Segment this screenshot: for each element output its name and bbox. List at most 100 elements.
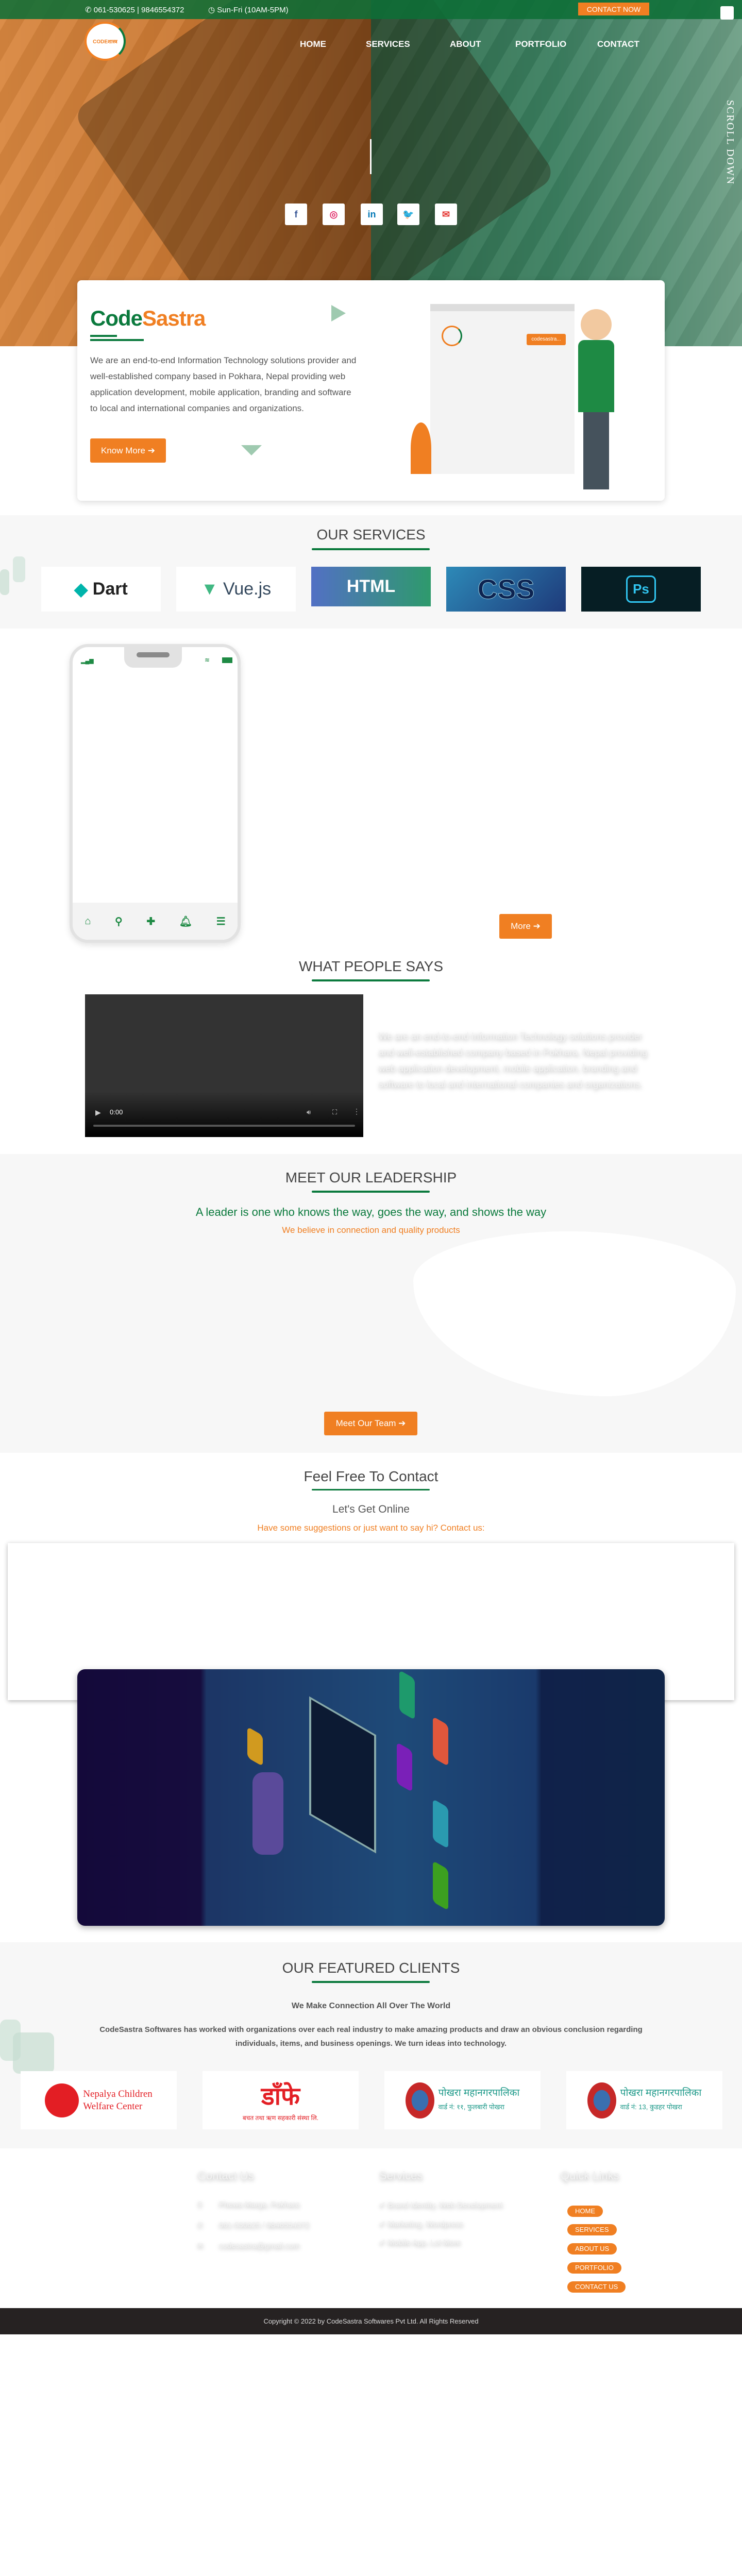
nav-about[interactable]: ABOUT (450, 39, 481, 49)
tech-label: CSS (477, 573, 535, 605)
title-code: Code (90, 306, 143, 330)
wifi-icon: ≋ (205, 656, 210, 664)
blob-decor (413, 1231, 736, 1396)
scroll-down-label[interactable]: SCROLL DOWN (710, 100, 736, 200)
triangle-decor (331, 305, 346, 321)
footer-link-services[interactable]: SERVICES (567, 2224, 617, 2235)
contact-title: Feel Free To Contact (303, 1468, 439, 1484)
title-bar (90, 335, 117, 337)
testimonial-quote: We are an end-to-end Information Technol… (379, 1031, 648, 1089)
hours-info: ◷ Sun-Fri (10AM-5PM) (208, 6, 289, 14)
leadership-quote: A leader is one who knows the way, goes … (195, 1206, 547, 1218)
video-player[interactable]: ▶ 0:00 🔊︎ ⛶ ⋮ (85, 994, 363, 1137)
title-underline (312, 1981, 430, 1983)
logo-text: CODEशास्त्र (93, 39, 117, 45)
contact-subtitle: Let's Get Online (332, 1503, 410, 1515)
footer-service-item: ✔ Brand Identity, Web Development (379, 2200, 503, 2209)
tech-logo-css: CSS (446, 567, 566, 612)
client-name: पोखरा महानगरपालिका (620, 2088, 702, 2098)
title-sastra: Sastra (142, 306, 206, 330)
contact-note: Have some suggestions or just want to sa… (257, 1523, 485, 1533)
phone-text: 061-530625 | 9846554372 (93, 6, 184, 14)
client-logo: डाँफे बचत तथा ऋण सहकारी संस्था लि. (203, 2071, 359, 2129)
title-underline (312, 548, 430, 550)
service-text: Brand Identity, Web Development (387, 2200, 503, 2209)
client-logo: पोखरा महानगरपालिका वार्ड नं: ११, फुलबारी … (384, 2071, 541, 2129)
footer-address: Phewa Marga, Pokhara (219, 2200, 300, 2209)
client-name: Nepalya Children (83, 2088, 153, 2099)
fullscreen-icon[interactable]: ⛶ (332, 1108, 337, 1116)
facebook-icon[interactable]: f (285, 204, 307, 225)
tech-label: HTML (346, 577, 396, 596)
client-sub: वार्ड नं: ११, फुलबारी पोखरा (438, 2103, 505, 2111)
tech-logo-html: HTML (311, 567, 431, 606)
clients-subtitle: We Make Connection All Over The World (291, 2002, 451, 2010)
nav-contact[interactable]: CONTACT (597, 39, 639, 49)
service-text: Marketing, Wordpress (387, 2219, 464, 2228)
linkedin-icon[interactable]: in (361, 204, 383, 225)
nav-home[interactable]: HOME (300, 39, 326, 49)
scroll-top-button[interactable] (720, 6, 734, 20)
meet-team-label: Meet Our Team (335, 1418, 396, 1428)
service-text: Mobile App, Lot More (387, 2238, 461, 2247)
volume-icon[interactable]: 🔊︎ (307, 1108, 311, 1116)
footer-link-home[interactable]: HOME (567, 2206, 603, 2217)
client-sub: Welfare Center (83, 2100, 143, 2112)
bell-icon[interactable]: 🔔︎ (179, 915, 192, 928)
tech-label: Dart (92, 579, 128, 599)
client-sub: वार्ड नं: 13, कुडहर पोखरा (620, 2103, 682, 2111)
logo[interactable]: CODEशास्त्र (85, 22, 126, 61)
contact-now-button[interactable]: CONTACT NOW (578, 3, 649, 15)
footer-service-item: ✔ Mobile App, Lot More (379, 2238, 461, 2247)
video-progress-bar[interactable] (93, 1125, 355, 1127)
nav-services[interactable]: SERVICES (366, 39, 410, 49)
triangle-decor (241, 445, 262, 455)
battery-icon (222, 657, 232, 663)
footer-phone[interactable]: 061-530625 / 9846554372 (219, 2221, 310, 2229)
tech-label: Vue.js (223, 579, 272, 599)
client-logo: पोखरा महानगरपालिका वार्ड नं: 13, कुडहर पो… (566, 2071, 722, 2129)
testimonials-title: WHAT PEOPLE SAYS (298, 958, 444, 974)
footer-service-item: ✔ Marketing, Wordpress (379, 2219, 464, 2228)
footer-contact-title: Contact Us (198, 2169, 254, 2182)
tech-logo-photoshop: Ps (581, 567, 701, 612)
about-card: CodeSastra We are an end-to-end Informat… (77, 280, 665, 501)
plus-icon[interactable]: ✚ (146, 915, 155, 928)
client-logo: Nepalya Children Welfare Center (21, 2071, 177, 2129)
developer-illustration (77, 1669, 665, 1926)
title-underline (312, 1489, 430, 1490)
top-bar: ✆ 061-530625 | 9846554372 ◷ Sun-Fri (10A… (0, 0, 742, 20)
phone-icon: ✆ (197, 2221, 204, 2229)
about-text: We are an end-to-end Information Technol… (90, 355, 357, 413)
footer-link-contact[interactable]: CONTACT US (567, 2281, 626, 2293)
hours-text: Sun-Fri (10AM-5PM) (217, 6, 289, 14)
hero-divider (370, 139, 372, 174)
tech-label: Ps (626, 575, 656, 603)
play-icon[interactable]: ▶ (95, 1108, 101, 1117)
footer-link-portfolio[interactable]: PORTFOLIO (567, 2262, 621, 2274)
search-icon[interactable]: ⚲ (115, 915, 123, 928)
know-more-label: Know More (101, 445, 145, 455)
home-icon[interactable]: ⌂ (85, 916, 91, 927)
twitter-icon[interactable]: 🐦 (397, 204, 419, 225)
tech-logo-dart: ◆ Dart (41, 567, 161, 612)
title-bar (90, 339, 144, 341)
video-time: 0:00 (110, 1108, 123, 1116)
illustration-tag: codesastra... (527, 334, 566, 345)
more-options-icon[interactable]: ⋮ (353, 1107, 360, 1116)
instagram-icon[interactable]: ◎ (323, 204, 345, 225)
more-button[interactable]: More ➔ (499, 914, 552, 939)
services-title: OUR SERVICES (316, 527, 426, 543)
leadership-title: MEET OUR LEADERSHIP (285, 1170, 457, 1185)
client-sub: बचत तथा ऋण सहकारी संस्था लि. (242, 2114, 319, 2122)
footer-email[interactable]: codesastra@gmail.com (219, 2241, 300, 2250)
menu-icon[interactable]: ☰ (216, 915, 226, 928)
footer-links-title: Quick Links (561, 2169, 619, 2182)
mail-icon[interactable]: ✉ (435, 204, 457, 225)
leadership-section (0, 1154, 742, 1453)
know-more-button[interactable]: Know More ➔ (90, 438, 166, 463)
nav-portfolio[interactable]: PORTFOLIO (515, 39, 566, 49)
meet-team-button[interactable]: Meet Our Team ➔ (324, 1412, 417, 1435)
leadership-subtitle: We believe in connection and quality pro… (282, 1225, 460, 1235)
footer-link-about[interactable]: ABOUT US (567, 2243, 617, 2255)
